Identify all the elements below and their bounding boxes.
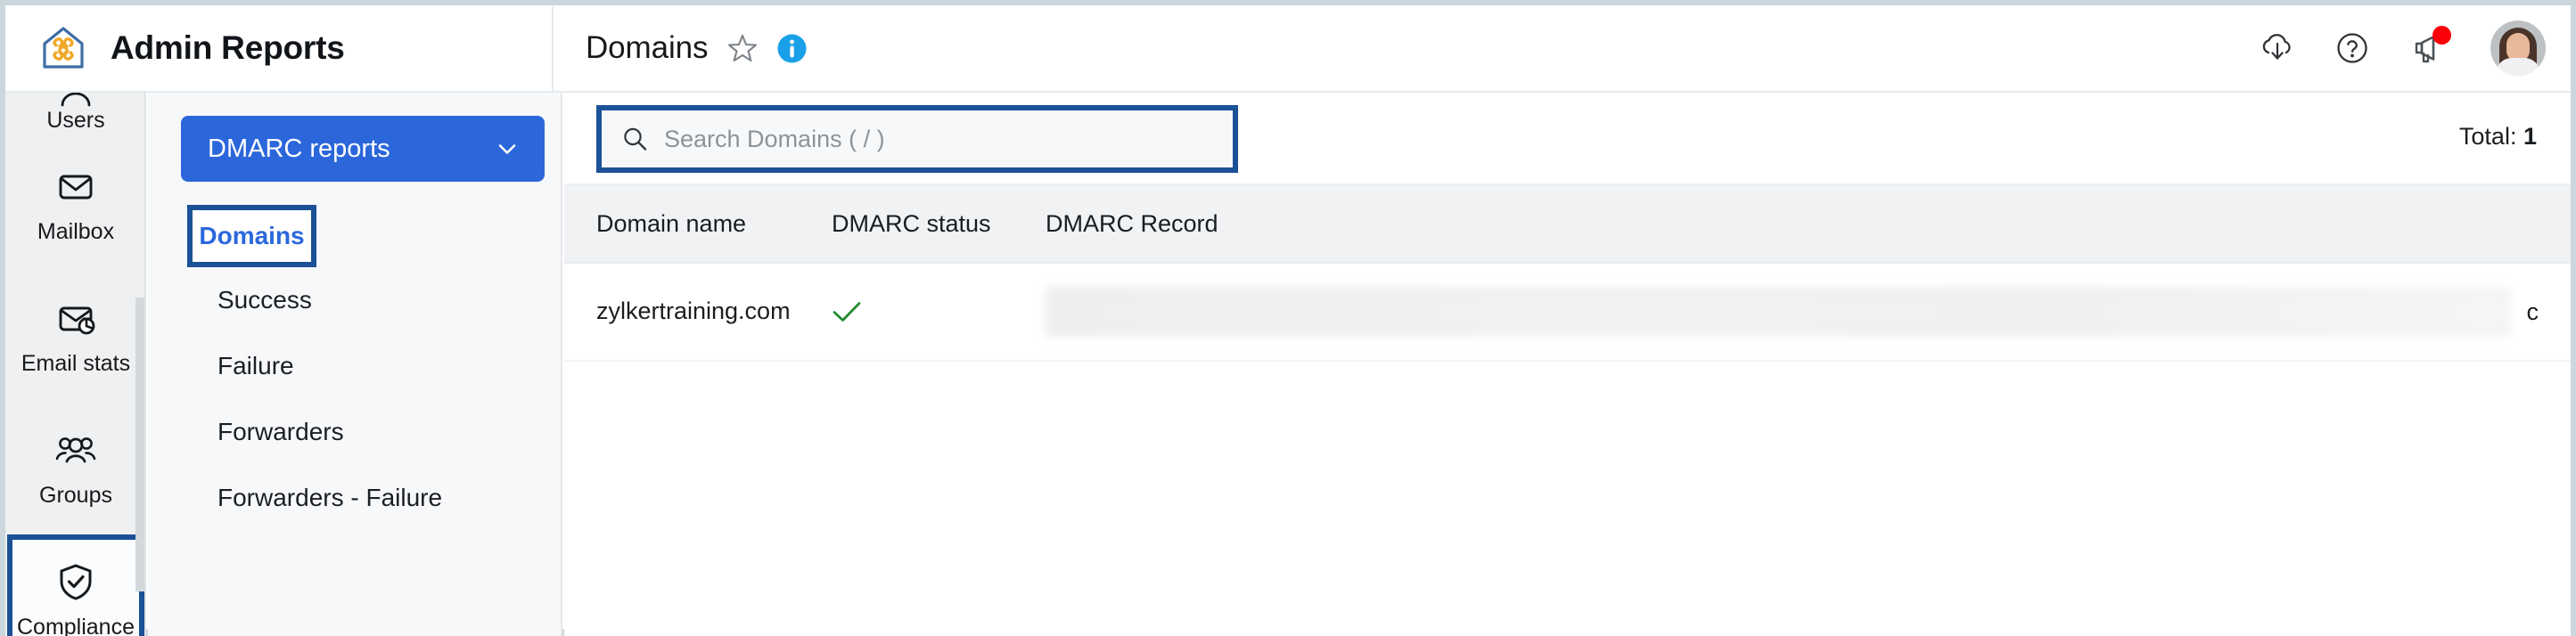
total-prefix: Total: <box>2458 123 2517 150</box>
envelope-icon <box>54 165 97 208</box>
total-value: 1 <box>2523 123 2537 150</box>
nav-item-forwarders-failure[interactable]: Forwarders - Failure <box>148 465 562 531</box>
sidebar-item-label: Mailbox <box>37 219 115 244</box>
column-header-dmarc-status[interactable]: DMARC status <box>832 210 1046 238</box>
secondary-nav-list: Domains Success Failure Forwarders Forwa… <box>148 205 562 531</box>
nav-item-label: Forwarders - Failure <box>217 484 443 511</box>
app-window: Admin Reports Domains Users Mailbox Emai… <box>0 0 2576 636</box>
main-content: Total: 1 Domain name DMARC status DMARC … <box>564 93 2571 636</box>
green-check-icon <box>832 300 862 323</box>
home-gear-icon <box>39 24 87 72</box>
nav-item-label: Success <box>217 286 312 314</box>
dmarc-reports-dropdown[interactable]: DMARC reports <box>181 116 545 182</box>
icon-rail: Users Mailbox Email stats Groups Complia… <box>5 93 146 636</box>
table-header-row: Domain name DMARC status DMARC Record <box>564 185 2571 264</box>
top-bar-actions <box>2259 5 2546 91</box>
star-outline-icon[interactable] <box>727 33 758 63</box>
avatar[interactable] <box>2490 20 2546 76</box>
sidebar-item-mailbox[interactable]: Mailbox <box>5 139 146 271</box>
nav-item-forwarders[interactable]: Forwarders <box>148 399 562 465</box>
page-title: Domains <box>586 30 709 65</box>
sidebar-item-email-stats[interactable]: Email stats <box>5 271 146 403</box>
sidebar-item-label: Compliance <box>16 615 135 636</box>
announcements-icon[interactable] <box>2408 26 2451 68</box>
sidebar-item-label: Groups <box>39 483 112 508</box>
cell-dmarc-status <box>832 300 1046 323</box>
groups-icon <box>54 428 97 471</box>
dropdown-label: DMARC reports <box>208 134 390 163</box>
nav-item-success[interactable]: Success <box>148 267 562 333</box>
cloud-download-icon[interactable] <box>2259 29 2296 67</box>
secondary-nav: DMARC reports Domains Success Failure Fo… <box>148 93 562 636</box>
sidebar-item-groups[interactable]: Groups <box>5 403 146 534</box>
sidebar-item-label: Email stats <box>21 351 131 376</box>
sidebar-item-users[interactable]: Users <box>5 93 146 139</box>
shield-check-icon <box>54 560 97 603</box>
user-icon <box>54 93 97 112</box>
search-input[interactable] <box>648 110 1233 167</box>
nav-item-failure[interactable]: Failure <box>148 333 562 399</box>
masked-dmarc-record <box>1046 287 2511 337</box>
dmarc-record-tail: c <box>2526 298 2539 325</box>
table-row[interactable]: zylkertraining.com c <box>564 264 2571 362</box>
brand[interactable]: Admin Reports <box>5 5 554 91</box>
total-count: Total: 1 <box>2459 123 2537 151</box>
chevron-down-icon <box>495 136 520 161</box>
search-row: Total: 1 <box>564 93 2571 185</box>
help-icon[interactable] <box>2334 29 2371 67</box>
brand-title: Admin Reports <box>111 29 345 66</box>
envelope-chart-icon <box>54 297 97 339</box>
page-head: Domains <box>554 5 807 91</box>
notification-badge <box>2432 26 2451 45</box>
column-header-domain-name[interactable]: Domain name <box>564 210 832 238</box>
nav-item-domains[interactable]: Domains <box>187 205 316 267</box>
top-bar: Admin Reports Domains <box>5 5 2571 93</box>
search-icon <box>621 126 648 152</box>
column-header-dmarc-record[interactable]: DMARC Record <box>1046 210 2571 238</box>
sidebar-item-compliance[interactable]: Compliance <box>7 534 144 636</box>
nav-item-label: Failure <box>217 352 294 379</box>
info-circle-icon[interactable] <box>777 34 807 63</box>
cell-dmarc-record: c <box>1046 287 2571 337</box>
nav-item-label: Domains <box>199 222 305 249</box>
cell-domain-name: zylkertraining.com <box>596 298 791 325</box>
nav-item-label: Forwarders <box>217 418 344 445</box>
rail-scrollbar[interactable] <box>135 298 144 591</box>
search-box[interactable] <box>596 105 1238 173</box>
